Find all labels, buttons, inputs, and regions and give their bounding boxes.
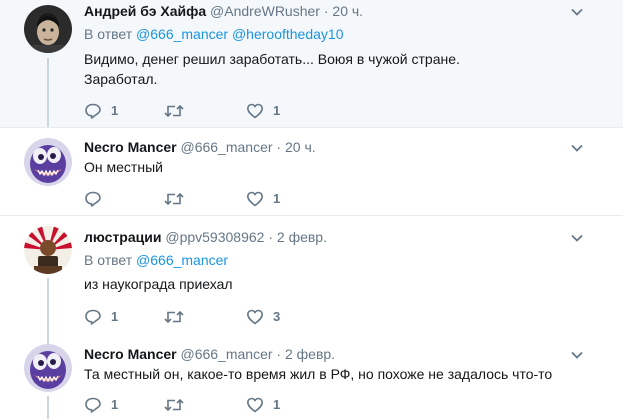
like-button[interactable]: 1: [246, 396, 280, 414]
retweet-button[interactable]: [164, 190, 193, 208]
chevron-down-icon[interactable]: [570, 141, 584, 155]
reply-icon: [85, 397, 101, 413]
separator-dot: ·: [276, 346, 282, 362]
like-count: 1: [273, 191, 281, 206]
avatar[interactable]: [24, 5, 72, 53]
display-name[interactable]: Андрей бэ Хайфа: [84, 3, 206, 19]
mention-link[interactable]: @666_mancer: [136, 26, 228, 42]
retweet-icon: [164, 192, 184, 206]
retweet-icon: [164, 104, 184, 118]
chevron-down-icon[interactable]: [570, 231, 584, 245]
chevron-down-icon[interactable]: [570, 5, 584, 19]
reply-count: 1: [111, 103, 119, 118]
tweet-text-line: Он местный: [84, 159, 163, 175]
mention-link[interactable]: @herooftheday10: [232, 26, 344, 42]
reply-prefix: В ответ: [84, 252, 133, 268]
tweet[interactable]: Андрей бэ Хайфа @AndreWRusher · 20 ч. В …: [0, 0, 623, 127]
like-count: 1: [273, 103, 281, 118]
like-count: 1: [273, 397, 281, 412]
reply-button[interactable]: 1: [84, 308, 118, 326]
reply-context: В ответ @666_mancer @herooftheday10: [84, 25, 343, 43]
separator-dot: ·: [268, 229, 273, 245]
tweet-header: Necro Mancer @666_mancer · 2 февр.: [84, 345, 335, 363]
reply-prefix: В ответ: [84, 26, 133, 42]
reply-icon: [85, 191, 101, 207]
tweet-header: Necro Mancer @666_mancer · 20 ч.: [84, 138, 316, 156]
user-handle[interactable]: @ppv59308962: [165, 229, 264, 245]
separator-dot: ·: [323, 3, 329, 19]
heart-icon: [247, 103, 263, 119]
user-handle[interactable]: @AndreWRusher: [210, 3, 320, 19]
thread-line: [47, 58, 49, 127]
reply-button[interactable]: 1: [84, 102, 118, 120]
timestamp[interactable]: 20 ч.: [332, 3, 363, 19]
tweet-text-line: из наукограда приехал: [84, 276, 233, 292]
timestamp[interactable]: 2 февр.: [285, 346, 335, 362]
reply-count: 1: [111, 397, 119, 412]
retweet-icon: [164, 398, 184, 412]
tweet[interactable]: Necro Mancer @666_mancer · 20 ч. Он мест…: [0, 128, 623, 214]
retweet-button[interactable]: [164, 308, 193, 326]
reply-icon: [85, 309, 101, 325]
heart-icon: [247, 309, 263, 325]
avatar[interactable]: [24, 226, 72, 274]
like-count: 3: [273, 309, 281, 324]
tweet-text-line: Та местный он, какое-то время жил в РФ, …: [84, 366, 553, 382]
separator-dot: ·: [276, 139, 282, 155]
reply-context: В ответ @666_mancer: [84, 251, 228, 269]
display-name[interactable]: Necro Mancer: [84, 346, 177, 362]
avatar[interactable]: [24, 138, 72, 186]
thread-line: [47, 278, 49, 336]
like-button[interactable]: 1: [246, 102, 280, 120]
user-handle[interactable]: @666_mancer: [180, 139, 272, 155]
tweet[interactable]: люстрации @ppv59308962 · 2 февр. В ответ…: [0, 216, 623, 336]
heart-icon: [247, 191, 263, 207]
user-handle[interactable]: @666_mancer: [180, 346, 272, 362]
thread-line: [47, 336, 49, 344]
timestamp[interactable]: 2 февр.: [277, 229, 327, 245]
thread-line: [47, 396, 49, 419]
mention-link[interactable]: @666_mancer: [136, 252, 228, 268]
like-button[interactable]: 3: [246, 308, 280, 326]
display-name[interactable]: люстрации: [84, 229, 161, 245]
retweet-icon: [164, 310, 184, 324]
tweet-header: Андрей бэ Хайфа @AndreWRusher · 20 ч.: [84, 2, 363, 20]
retweet-button[interactable]: [164, 396, 193, 414]
tweet[interactable]: Necro Mancer @666_mancer · 2 февр. Та ме…: [0, 336, 623, 419]
avatar[interactable]: [24, 344, 72, 392]
tweet-text-line: Видимо, денег решил заработать... Воюя в…: [84, 51, 460, 67]
like-button[interactable]: 1: [246, 190, 280, 208]
timestamp[interactable]: 20 ч.: [285, 139, 316, 155]
reply-count: 1: [111, 309, 119, 324]
reply-icon: [85, 103, 101, 119]
display-name[interactable]: Necro Mancer: [84, 139, 177, 155]
reply-button[interactable]: 1: [84, 396, 118, 414]
reply-button[interactable]: [84, 190, 111, 208]
chevron-down-icon[interactable]: [570, 348, 584, 362]
tweet-header: люстрации @ppv59308962 · 2 февр.: [84, 228, 327, 246]
tweet-text-line: Заработал.: [84, 71, 158, 87]
heart-icon: [247, 397, 263, 413]
retweet-button[interactable]: [164, 102, 193, 120]
